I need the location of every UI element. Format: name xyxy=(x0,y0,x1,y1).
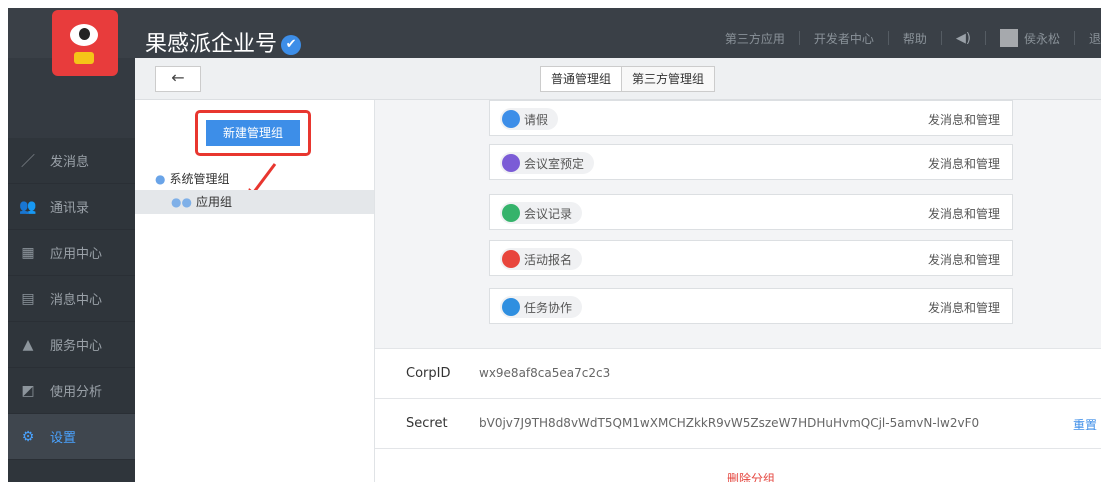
app-name: 任务协作 xyxy=(524,300,573,315)
sidebar-item-label: 消息中心 xyxy=(50,293,103,308)
app-permission: 发消息和管理 xyxy=(927,301,1000,315)
sidebar-item-message-center[interactable]: ▤ 消息中心 xyxy=(8,276,135,322)
sidebar-item-label: 使用分析 xyxy=(50,385,103,400)
list-item: 请假 发消息和管理 xyxy=(489,100,1013,136)
leave-app-icon xyxy=(502,110,520,128)
list-item: 会议记录 发消息和管理 xyxy=(489,194,1013,230)
nav-divider xyxy=(940,31,942,45)
highlight-box: 新建管理组 xyxy=(195,110,311,156)
app-name: 活动报名 xyxy=(524,252,573,267)
group-app-group[interactable]: ●● 应用组 xyxy=(135,190,374,214)
sidebar-item-app-center[interactable]: ▦ 应用中心 xyxy=(8,230,135,276)
secret-row: Secret bV0jv7J9TH8d8vWdT5QM1wXMCHZkkR9vW… xyxy=(375,398,1101,448)
logo-pupil xyxy=(79,28,90,40)
arrow-left-icon: ← xyxy=(171,68,185,87)
back-button[interactable]: ← xyxy=(155,66,201,92)
sidebar-item-label: 应用中心 xyxy=(50,247,103,262)
verified-icon: ✔ xyxy=(281,35,302,55)
event-signup-app-icon xyxy=(502,250,520,268)
delete-group-link[interactable]: 删除分组 xyxy=(727,470,775,482)
corpid-row: CorpID wx9e8af8ca5ea7c2c3 xyxy=(375,348,1101,398)
sidebar-item-label: 通讯录 xyxy=(50,201,90,216)
list-item: 会议室预定 发消息和管理 xyxy=(489,144,1013,180)
list-item: 活动报名 发消息和管理 xyxy=(489,240,1013,276)
nav-divider xyxy=(798,31,800,45)
sidebar-item-label: 设置 xyxy=(50,431,77,446)
gear-icon: ⚙ xyxy=(21,428,35,445)
sidebar-item-send-message[interactable]: ／ 发消息 xyxy=(8,138,135,184)
nav-divider xyxy=(984,31,986,45)
tab-normal-admin-group[interactable]: 普通管理组 xyxy=(541,67,623,91)
nav-divider xyxy=(1073,31,1075,45)
group-type-tabs: 普通管理组 第三方管理组 xyxy=(540,66,716,92)
apps-icon: ▦ xyxy=(21,244,35,261)
nav-third-party-apps[interactable]: 第三方应用 xyxy=(725,30,785,47)
corpid-value: wx9e8af8ca5ea7c2c3 xyxy=(479,366,611,380)
app-permission: 发消息和管理 xyxy=(927,113,1000,127)
app-chip: 会议记录 xyxy=(500,202,583,224)
app-name: 会议记录 xyxy=(524,206,573,221)
sidebar-item-settings[interactable]: ⚙ 设置 xyxy=(8,414,135,460)
speaker-icon[interactable]: ◀) xyxy=(956,31,971,46)
app-permission: 发消息和管理 xyxy=(927,157,1000,171)
nav-divider xyxy=(887,31,889,45)
sub-toolbar: ← 普通管理组 第三方管理组 xyxy=(135,58,1101,100)
new-admin-group-button[interactable]: 新建管理组 xyxy=(206,120,300,146)
task-collab-app-icon xyxy=(502,298,520,316)
secret-label: Secret xyxy=(406,416,448,431)
sidebar-item-contacts[interactable]: 👥 通讯录 xyxy=(8,184,135,230)
user-name[interactable]: 侯永松 xyxy=(1024,30,1060,47)
list-item: 任务协作 发消息和管理 xyxy=(489,288,1013,324)
reset-secret-link[interactable]: 重置 xyxy=(1073,416,1097,433)
app-name: 请假 xyxy=(524,112,549,127)
analytics-icon: ◩ xyxy=(21,382,35,399)
group-label: 系统管理组 xyxy=(169,172,230,186)
message-icon: ▤ xyxy=(21,290,35,307)
group-label: 应用组 xyxy=(195,195,232,209)
brand-name: 果感派企业号 xyxy=(145,32,278,57)
bell-service-icon: ▲ xyxy=(22,336,34,353)
sidebar-item-label: 服务中心 xyxy=(50,339,103,354)
admin-groups-panel: 新建管理组 ● 系统管理组 ●● 应用组 xyxy=(135,100,375,482)
meeting-room-app-icon xyxy=(502,154,520,172)
nav-help[interactable]: 帮助 xyxy=(903,30,927,47)
tab-third-party-admin-group[interactable]: 第三方管理组 xyxy=(622,67,715,91)
sidebar-item-label: 发消息 xyxy=(50,155,90,170)
nav-developer-center[interactable]: 开发者中心 xyxy=(814,30,874,47)
top-header: 果感派企业号 ✔ 第三方应用 开发者中心 帮助 ◀) 侯永松 退 xyxy=(8,8,1101,58)
meeting-notes-app-icon xyxy=(502,204,520,222)
avatar[interactable] xyxy=(999,29,1018,47)
app-chip: 任务协作 xyxy=(500,296,583,318)
logout-link[interactable]: 退 xyxy=(1089,30,1101,47)
group-detail: 请假 发消息和管理 会议室预定 发消息和管理 会议记录 发消息和管理 活动报名 … xyxy=(375,100,1101,482)
app-permission: 发消息和管理 xyxy=(927,253,1000,267)
app-permission: 发消息和管理 xyxy=(927,207,1000,221)
pencil-icon: ／ xyxy=(21,153,35,170)
brand-title: 果感派企业号 ✔ xyxy=(145,26,302,58)
contacts-icon: 👥 xyxy=(19,198,37,215)
secret-value: bV0jv7J9TH8d8vWdT5QM1wXMCHZkkR9vW5ZszeW7… xyxy=(479,416,980,430)
app-logo[interactable] xyxy=(52,10,118,76)
people-icon: ●● xyxy=(171,195,192,209)
app-permission-list: 请假 发消息和管理 会议室预定 发消息和管理 会议记录 发消息和管理 活动报名 … xyxy=(375,100,1101,348)
top-nav: 第三方应用 开发者中心 帮助 ◀) 侯永松 退 xyxy=(725,29,1101,47)
person-icon: ● xyxy=(155,172,166,186)
app-chip: 活动报名 xyxy=(500,248,583,270)
app-chip: 会议室预定 xyxy=(500,152,595,174)
app-name: 会议室预定 xyxy=(524,156,585,171)
logo-mouth xyxy=(74,52,94,64)
app-chip: 请假 xyxy=(500,108,559,130)
group-system-admin[interactable]: ● 系统管理组 xyxy=(155,170,230,187)
sidebar: ／ 发消息 👥 通讯录 ▦ 应用中心 ▤ 消息中心 ▲ 服务中心 ◩ 使用分析 … xyxy=(8,58,135,482)
sidebar-item-analytics[interactable]: ◩ 使用分析 xyxy=(8,368,135,414)
corpid-label: CorpID xyxy=(406,366,451,381)
sidebar-item-service-center[interactable]: ▲ 服务中心 xyxy=(8,322,135,368)
